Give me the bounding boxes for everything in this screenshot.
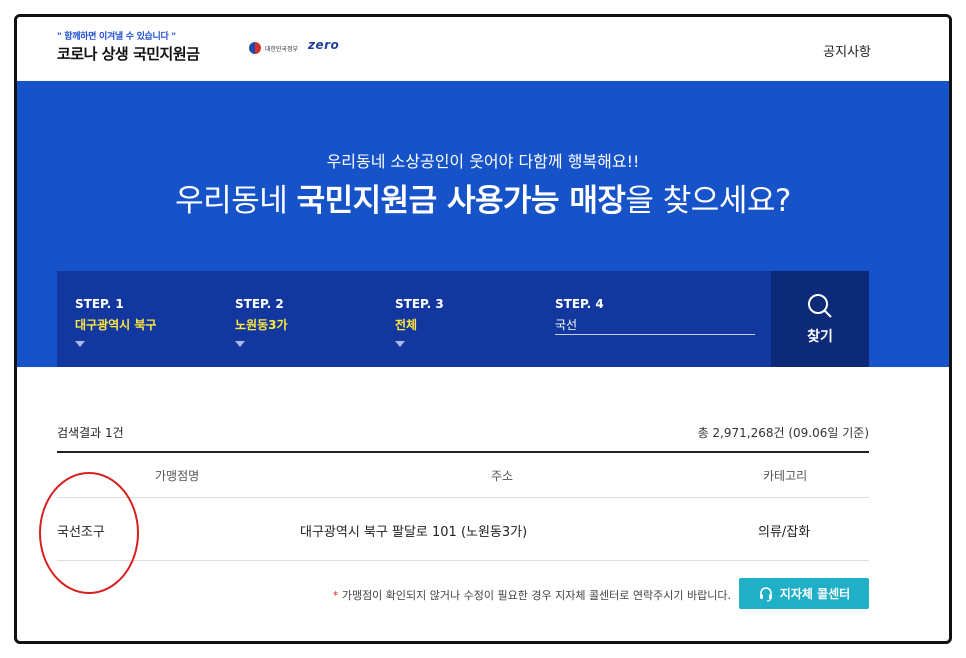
headset-icon [759,586,772,602]
chevron-down-icon [75,341,85,347]
chevron-down-icon [235,341,245,347]
step-3-value: 전체 [395,318,418,332]
browser-frame: " 함께하면 이겨낼 수 있습니다 " 코로나 상생 국민지원금 대한민국정부 … [14,14,952,644]
step-1-label: STEP. 1 [75,297,124,311]
result-count: 검색결과 1건 [57,426,124,440]
column-header-category: 카테고리 [763,469,808,483]
hero-title-prefix: 우리동네 [175,183,297,219]
step-1-select[interactable]: STEP. 1 대구광역시 북구 [75,297,156,347]
search-icon [808,294,832,318]
row-divider [57,497,869,498]
hero-title: 우리동네 국민지원금 사용가능 매장을 찾으세요? [17,175,949,220]
step-3-label: STEP. 3 [395,297,444,311]
table-divider [57,451,869,453]
column-header-name: 가맹점명 [155,469,200,483]
hero-subtitle: 우리동네 소상공인이 웃어야 다함께 행복해요!! [326,152,640,171]
callcenter-footnote: * 가맹점이 확인되지 않거나 수정이 필요한 경우 지자체 콜센터로 연락주시… [333,587,731,603]
red-annotation-circle [39,472,139,594]
notice-link[interactable]: 공지사항 [823,41,871,60]
store-address-cell: 대구광역시 북구 팔달로 101 (노원동3가) [300,525,528,540]
callcenter-button-label: 지자체 콜센터 [779,587,851,601]
hero-banner: 우리동네 소상공인이 웃어야 다함께 행복해요!! 우리동네 국민지원금 사용가… [17,81,949,367]
step-2-select[interactable]: STEP. 2 노원동3가 [235,297,288,347]
step-4: STEP. 4 [555,297,755,335]
store-name-input[interactable] [555,315,755,335]
total-count: 총 2,971,268건 (09.06일 기준) [697,426,869,440]
step-2-label: STEP. 2 [235,297,284,311]
footnote-text: 가맹점이 확인되지 않거나 수정이 필요한 경우 지자체 콜센터로 연락주시기 … [338,589,731,602]
row-divider [57,560,869,561]
step-3-select[interactable]: STEP. 3 전체 [395,297,444,347]
hero-title-suffix: 을 찾으세요? [625,183,791,219]
gov-logo: 대한민국정부 [249,42,298,54]
search-bar: STEP. 1 대구광역시 북구 STEP. 2 노원동3가 STEP. 3 전… [57,271,869,367]
logo-title: 코로나 상생 국민지원금 [57,45,200,63]
hero-title-bold: 국민지원금 사용가능 매장 [296,183,626,219]
search-button-label: 찾기 [807,329,833,345]
column-header-address: 주소 [491,469,514,483]
step-1-value: 대구광역시 북구 [75,318,157,332]
callcenter-button[interactable]: 지자체 콜센터 [739,578,869,609]
site-logo[interactable]: " 함께하면 이겨낼 수 있습니다 " 코로나 상생 국민지원금 [57,29,200,64]
gov-text: 대한민국정부 [265,45,299,53]
step-4-label: STEP. 4 [555,297,604,311]
step-2-value: 노원동3가 [235,318,288,332]
zero-logo: zero [308,38,340,52]
taegeuk-icon [249,42,261,54]
store-category-cell: 의류/잡화 [758,525,811,540]
chevron-down-icon [395,341,405,347]
logo-slogan: " 함께하면 이겨낼 수 있습니다 " [57,32,176,42]
site-header: " 함께하면 이겨낼 수 있습니다 " 코로나 상생 국민지원금 대한민국정부 … [17,17,949,81]
search-button[interactable]: 찾기 [771,271,869,367]
